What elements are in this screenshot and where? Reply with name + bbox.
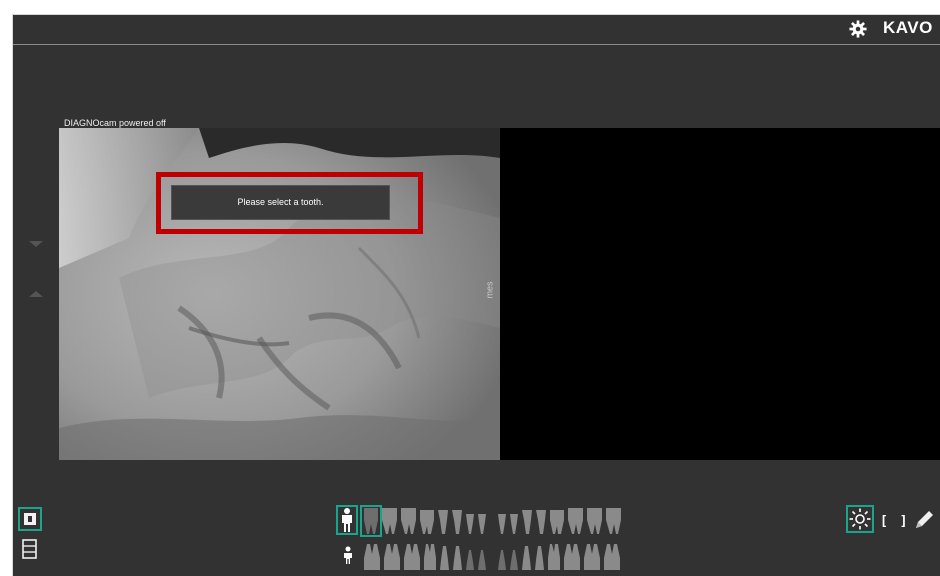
- adult-icon[interactable]: [336, 505, 358, 535]
- pencil-icon[interactable]: [912, 508, 936, 532]
- lower-teeth[interactable]: [361, 542, 643, 572]
- sun-icon[interactable]: [846, 505, 874, 533]
- diagnocam-app: KAVO DIAGNOcam powered off mes Please se…: [12, 14, 940, 576]
- top-bar: KAVO: [13, 15, 940, 45]
- camera-status: DIAGNOcam powered off: [64, 118, 166, 128]
- gear-icon[interactable]: [849, 20, 867, 38]
- filmstrip-icon[interactable]: [22, 539, 37, 559]
- mesial-label: mes: [484, 281, 495, 299]
- child-icon[interactable]: [341, 545, 355, 565]
- chevron-up-icon[interactable]: [29, 291, 43, 297]
- select-tooth-message: Please select a tooth.: [171, 185, 390, 220]
- chevron-down-icon[interactable]: [29, 241, 43, 247]
- secondary-view: [500, 128, 940, 460]
- single-image-icon[interactable]: [18, 507, 42, 531]
- upper-teeth[interactable]: [361, 506, 643, 536]
- fullscreen-icon[interactable]: [ ]: [880, 514, 909, 529]
- kavo-logo: KAVO: [883, 18, 933, 37]
